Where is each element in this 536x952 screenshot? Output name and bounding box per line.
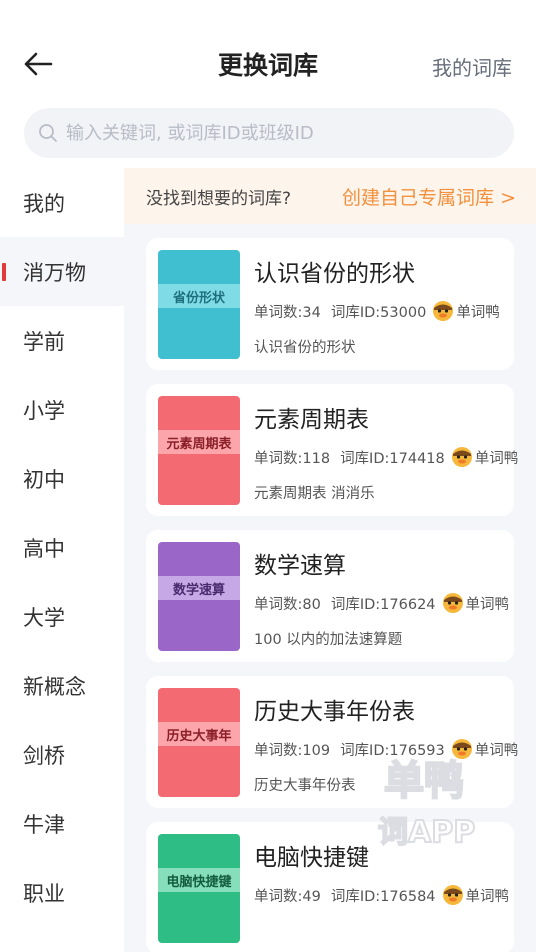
library-cover: 元素周期表 bbox=[158, 396, 240, 505]
sidebar-item[interactable]: 新概念 bbox=[0, 651, 124, 720]
search-icon bbox=[39, 124, 57, 142]
library-cover: 省份形状 bbox=[158, 250, 240, 359]
sidebar-item[interactable]: 我的 bbox=[0, 168, 124, 237]
author-name: 单词鸭 bbox=[465, 596, 510, 613]
back-button[interactable] bbox=[18, 44, 58, 84]
library-title: 元素周期表 bbox=[254, 407, 369, 433]
library-id: 词库ID:176593 bbox=[340, 742, 445, 759]
library-title: 数学速算 bbox=[254, 553, 346, 579]
banner-text: 没找到想要的词库? bbox=[146, 188, 292, 209]
author-name: 单词鸭 bbox=[456, 304, 500, 321]
word-count: 单词数:80 bbox=[254, 596, 321, 613]
sidebar-item-label: 消万物 bbox=[23, 260, 86, 285]
library-description: 认识省份的形状 bbox=[254, 340, 356, 356]
word-count: 单词数:49 bbox=[254, 888, 321, 905]
library-description: 100 以内的加法速算题 bbox=[254, 632, 403, 648]
word-count: 单词数:109 bbox=[254, 742, 331, 759]
create-library-banner: 没找到想要的词库? 创建自己专属词库 > bbox=[124, 168, 536, 224]
duck-mascot-icon bbox=[442, 885, 463, 905]
library-meta: 单词数:80 词库ID:176624 单词鸭 bbox=[254, 592, 509, 614]
top-bar: 更换词库 我的词库 bbox=[0, 0, 536, 100]
library-cover: 数学速算 bbox=[158, 542, 240, 651]
duck-mascot-icon bbox=[451, 447, 472, 467]
sidebar-item-label: 小学 bbox=[23, 398, 65, 423]
category-sidebar: 我的消万物学前小学初中高中大学新概念剑桥牛津职业 bbox=[0, 168, 124, 952]
library-id: 词库ID:53000 bbox=[330, 304, 427, 321]
library-cover: 历史大事年 bbox=[158, 688, 240, 797]
sidebar-item[interactable]: 学前 bbox=[0, 306, 124, 375]
library-card[interactable]: 数学速算 数学速算 单词数:80 词库ID:176624 单词鸭 100 以内的加法速算题 bbox=[146, 530, 514, 662]
cover-title: 电脑快捷键 bbox=[158, 868, 240, 892]
sidebar-item-label: 新概念 bbox=[23, 674, 86, 699]
library-title: 电脑快捷键 bbox=[254, 845, 369, 871]
cover-title: 省份形状 bbox=[158, 284, 240, 308]
library-card[interactable]: 历史大事年 历史大事年份表 单词数:109 词库ID:176593 单词鸭 历史大事年份表 bbox=[146, 676, 518, 808]
library-list: 没找到想要的词库? 创建自己专属词库 > 省份形状 认识省份的形状 单词数:34 词库… bbox=[124, 168, 536, 952]
duck-mascot-icon bbox=[433, 301, 454, 321]
sidebar-item-label: 大学 bbox=[23, 605, 65, 630]
author-name: 单词鸭 bbox=[474, 742, 519, 759]
sidebar-item-label: 初中 bbox=[23, 467, 65, 492]
sidebar-item-label: 高中 bbox=[23, 536, 65, 561]
sidebar-item[interactable]: 初中 bbox=[0, 444, 124, 513]
search-input[interactable] bbox=[66, 122, 486, 144]
library-cover: 电脑快捷键 bbox=[158, 834, 240, 943]
word-count: 单词数:118 bbox=[254, 450, 331, 467]
library-meta: 单词数:109 词库ID:176593 单词鸭 bbox=[254, 738, 518, 760]
sidebar-item-label: 剑桥 bbox=[23, 743, 65, 768]
author-name: 单词鸭 bbox=[465, 888, 510, 905]
library-meta: 单词数:118 词库ID:174418 单词鸭 bbox=[254, 446, 518, 468]
library-description: 元素周期表 消消乐 bbox=[254, 486, 375, 502]
create-library-link[interactable]: 创建自己专属词库 > bbox=[342, 183, 516, 210]
arrow-left-icon bbox=[24, 52, 53, 76]
my-library-link[interactable]: 我的词库 bbox=[432, 52, 512, 81]
library-card[interactable]: 省份形状 认识省份的形状 单词数:34 词库ID:53000 单词鸭 认识省份的形状 bbox=[146, 238, 514, 370]
cover-title: 数学速算 bbox=[158, 576, 240, 600]
cover-title: 历史大事年 bbox=[158, 722, 240, 746]
cover-title: 元素周期表 bbox=[158, 430, 240, 454]
library-meta: 单词数:34 词库ID:53000 单词鸭 bbox=[254, 300, 500, 322]
sidebar-item-label: 职业 bbox=[23, 881, 65, 906]
library-id: 词库ID:174418 bbox=[340, 450, 445, 467]
duck-mascot-icon bbox=[451, 739, 472, 759]
author-name: 单词鸭 bbox=[474, 450, 519, 467]
sidebar-item[interactable]: 剑桥 bbox=[0, 720, 124, 789]
search-bar[interactable] bbox=[24, 108, 514, 158]
sidebar-item[interactable]: 牛津 bbox=[0, 789, 124, 858]
library-title: 历史大事年份表 bbox=[254, 699, 415, 725]
library-title: 认识省份的形状 bbox=[254, 261, 415, 287]
sidebar-item[interactable]: 小学 bbox=[0, 375, 124, 444]
sidebar-item[interactable]: 职业 bbox=[0, 858, 124, 927]
library-meta: 单词数:49 词库ID:176584 单词鸭 bbox=[254, 884, 509, 906]
word-count: 单词数:34 bbox=[254, 304, 321, 321]
library-description: 历史大事年份表 bbox=[254, 778, 356, 794]
sidebar-item-label: 牛津 bbox=[23, 812, 65, 837]
sidebar-item-label: 我的 bbox=[23, 191, 65, 216]
sidebar-item[interactable]: 大学 bbox=[0, 582, 124, 651]
library-card[interactable]: 元素周期表 元素周期表 单词数:118 词库ID:174418 单词鸭 元素周期表 消消乐 bbox=[146, 384, 518, 516]
duck-mascot-icon bbox=[442, 593, 463, 613]
library-card[interactable]: 电脑快捷键 电脑快捷键 单词数:49 词库ID:176584 单词鸭 bbox=[146, 822, 514, 952]
sidebar-item[interactable]: 消万物 bbox=[0, 237, 124, 306]
sidebar-item[interactable]: 高中 bbox=[0, 513, 124, 582]
library-id: 词库ID:176624 bbox=[330, 596, 436, 613]
sidebar-item-label: 学前 bbox=[23, 329, 65, 354]
library-id: 词库ID:176584 bbox=[330, 888, 436, 905]
active-indicator bbox=[2, 263, 6, 281]
